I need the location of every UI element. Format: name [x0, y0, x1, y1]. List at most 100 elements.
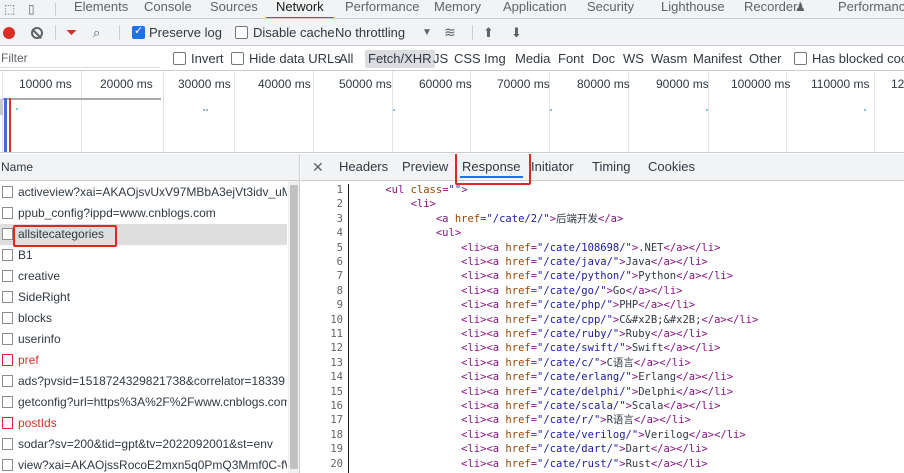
filter-icon[interactable]: ⏷ — [66, 19, 77, 46]
html-tag: <li><a — [461, 328, 500, 340]
html-attr-name: href — [505, 385, 531, 398]
line-number: 6 — [336, 256, 343, 268]
request-row[interactable]: userinfo — [0, 329, 287, 350]
request-name: B1 — [18, 248, 33, 262]
preserve-log-checkbox[interactable] — [132, 24, 145, 39]
toolbar-separator — [472, 25, 473, 40]
tab-performance-insights[interactable]: Performance — [838, 0, 904, 18]
export-har-icon[interactable]: ⬇ — [511, 19, 522, 46]
tab-performance[interactable]: Performance — [345, 0, 419, 18]
line-number: 5 — [336, 241, 343, 254]
type-filter-js[interactable]: JS — [433, 47, 448, 70]
code-text: <li><a href="/cate/php/">PHP</a></li> — [360, 298, 695, 312]
line-number: 20 — [330, 457, 343, 470]
code-line: 19 <li><a href="/cate/dart/">Dart</a></l… — [301, 442, 904, 456]
request-type-icon — [2, 291, 13, 303]
request-row[interactable]: blocks — [0, 308, 287, 329]
overview-request-dot — [203, 109, 205, 111]
request-row[interactable]: activeview?xai=AKAOjsvUxV97MBbA3ejVt3idv… — [0, 182, 287, 203]
tab-network[interactable]: Network — [266, 0, 334, 18]
request-row-error[interactable]: postIds — [0, 413, 287, 434]
code-line: 6 <li><a href="/cate/java/">Java</a></li… — [301, 255, 904, 269]
request-row[interactable]: sodar?sv=200&tid=gpt&tv=2022092001&st=en… — [0, 434, 287, 455]
request-row[interactable]: ppub_config?ippd=www.cnblogs.com — [0, 203, 287, 224]
line-number: 3 — [336, 212, 343, 225]
html-tag: </a></li> — [650, 256, 708, 268]
type-filter-other[interactable]: Other — [749, 47, 782, 70]
html-tag: <li><a — [461, 385, 500, 398]
html-tag: <a — [435, 212, 449, 225]
network-conditions-icon[interactable]: ≋ — [444, 19, 456, 46]
code-text: <li><a href="/cate/dart/">Dart</a></li> — [360, 442, 708, 456]
tab-recorder[interactable]: Recorder — [744, 0, 797, 18]
tab-timing[interactable]: Timing — [592, 154, 631, 180]
request-list-scrollbar-thumb[interactable] — [290, 185, 298, 469]
tab-security[interactable]: Security — [587, 0, 634, 18]
type-filter-manifest[interactable]: Manifest — [693, 47, 742, 70]
line-number: 8 — [336, 284, 343, 297]
html-attr-name: href — [505, 256, 531, 268]
tab-preview[interactable]: Preview — [402, 154, 448, 180]
code-text: <li><a href="/cate/scala/">Scala</a></li… — [360, 399, 720, 413]
close-icon[interactable]: ✕ — [312, 154, 324, 180]
type-filter-img[interactable]: Img — [484, 47, 506, 70]
type-filter-doc[interactable]: Doc — [592, 47, 615, 70]
type-filter-font[interactable]: Font — [558, 47, 584, 70]
type-filter-fetch-xhr[interactable]: Fetch/XHR — [365, 50, 435, 68]
request-row-error[interactable]: pref — [0, 350, 287, 371]
filter-input[interactable] — [0, 49, 160, 68]
tab-cookies[interactable]: Cookies — [648, 154, 695, 180]
html-attr-name: href — [454, 212, 481, 225]
record-icon[interactable] — [3, 27, 15, 39]
invert-checkbox[interactable] — [173, 52, 186, 65]
type-filter-ws[interactable]: WS — [623, 47, 644, 70]
device-toolbar-icon[interactable]: ▯ — [28, 2, 35, 16]
type-filter-all[interactable]: All — [339, 47, 353, 70]
request-type-icon — [2, 228, 13, 240]
tab-lighthouse[interactable]: Lighthouse — [661, 0, 725, 18]
request-row[interactable]: creative — [0, 266, 287, 287]
line-number: 15 — [330, 385, 343, 398]
code-line: 1 <ul class=""> — [301, 183, 904, 197]
code-line: 13 <li><a href="/cate/c/">C语言</a></li> — [301, 356, 904, 370]
search-icon[interactable]: ⌕ — [93, 19, 100, 46]
html-attr-name: href — [505, 457, 531, 470]
request-row[interactable]: getconfig?url=https%3A%2F%2Fwww.cnblogs.… — [0, 392, 287, 413]
tab-memory[interactable]: Memory — [434, 0, 481, 18]
disable-cache-checkbox[interactable] — [235, 26, 248, 39]
response-code-viewer[interactable]: 1 <ul class=""> 2 <li> 3 <a href="/cate/2/… — [301, 181, 904, 473]
tab-headers[interactable]: Headers — [339, 154, 388, 180]
overview-request-dot — [706, 109, 708, 111]
tab-initiator[interactable]: Initiator — [531, 154, 574, 180]
code-line: 8 <li><a href="/cate/go/">Go</a></li> — [301, 284, 904, 298]
code-text: <li><a href="/cate/108698/">.NET</a></li… — [360, 241, 720, 255]
network-overview-timeline[interactable]: 10000 ms 20000 ms 30000 ms 40000 ms 5000… — [0, 71, 904, 153]
request-row[interactable]: view?xai=AKAOjssRocoE2mxn5q0PmQ3Mmf0C-fW — [0, 455, 287, 473]
has-blocked-cookies-checkbox[interactable] — [794, 52, 807, 65]
overview-request-dot — [393, 109, 395, 111]
line-number: 9 — [336, 299, 343, 312]
html-tag: </a></li> — [688, 428, 746, 441]
tab-console[interactable]: Console — [144, 0, 192, 18]
code-line: 20 <li><a href="/cate/rust/">Rust</a></l… — [301, 457, 904, 471]
hide-data-urls-checkbox[interactable] — [231, 52, 244, 65]
request-row[interactable]: ads?pvsid=1518724329821738&correlator=18… — [0, 371, 287, 392]
type-filter-wasm[interactable]: Wasm — [651, 47, 687, 70]
inspect-element-icon[interactable]: ⬚ — [4, 2, 15, 16]
tab-elements[interactable]: Elements — [74, 0, 128, 18]
request-row[interactable]: B1 — [0, 245, 287, 266]
tab-sources[interactable]: Sources — [210, 0, 258, 18]
clear-icon[interactable] — [31, 27, 43, 39]
import-har-icon[interactable]: ⬆ — [483, 19, 494, 46]
request-name: pref — [18, 353, 39, 367]
request-row[interactable]: SideRight — [0, 287, 287, 308]
tab-application[interactable]: Application — [503, 0, 567, 18]
type-filter-css[interactable]: CSS — [454, 47, 481, 70]
type-filter-media[interactable]: Media — [515, 47, 550, 70]
detail-tab-bar: ✕ Headers Preview Response Initiator Tim… — [301, 154, 904, 185]
name-column-header[interactable]: Name — [0, 154, 299, 181]
chevron-down-icon[interactable]: ▼ — [422, 19, 432, 46]
html-tag: <ul> — [435, 227, 462, 240]
request-list: Name activeview?xai=AKAOjsvUxV97MBbA3ejV… — [0, 154, 300, 473]
throttling-select[interactable]: No throttling — [335, 19, 405, 46]
